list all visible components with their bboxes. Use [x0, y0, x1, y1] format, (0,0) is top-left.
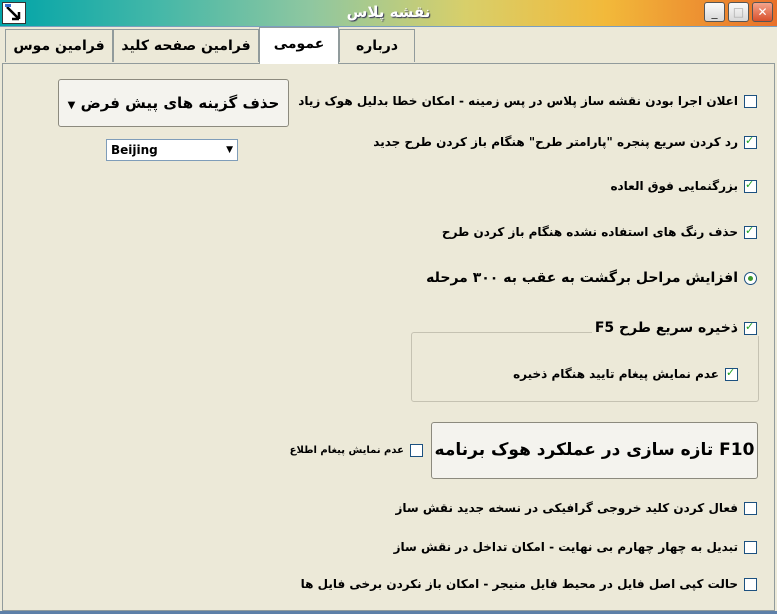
- option-label: رد کردن سریع پنجره "پارامتر طرح" هنگام ب…: [373, 135, 738, 149]
- checkbox[interactable]: [410, 444, 423, 457]
- option-no-save-confirm[interactable]: عدم نمایش پیغام تایید هنگام ذخیره: [513, 366, 738, 381]
- option-quick-save[interactable]: ذخیره سریع طرح F5: [591, 320, 760, 336]
- window-title: نقشه پلاس: [346, 3, 431, 21]
- checkbox[interactable]: [744, 134, 757, 149]
- option-graphic-output-key[interactable]: فعال کردن کلید خروجی گرافیکی در نسخه جدی…: [395, 501, 757, 515]
- delete-defaults-button[interactable]: حذف گزینه های پیش فرض ▼: [58, 79, 289, 127]
- tab-general[interactable]: عمومی: [259, 27, 339, 64]
- minimize-icon[interactable]: _: [704, 2, 725, 22]
- tab-about[interactable]: درباره: [339, 29, 415, 62]
- checkbox[interactable]: [744, 224, 757, 239]
- option-remove-unused-colors[interactable]: حذف رنگ های استفاده نشده هنگام باز کردن …: [441, 224, 757, 239]
- option-no-notice[interactable]: عدم نمایش پیغام اطلاع: [290, 444, 423, 457]
- chevron-down-icon: ▼: [226, 145, 233, 155]
- tab-strip: فرامین موس فرامین صفحه کلید عمومی درباره: [0, 27, 777, 64]
- checkbox[interactable]: [725, 366, 738, 381]
- option-bg-run-notice[interactable]: اعلان اجرا بودن نقشه ساز پلاس در پس زمین…: [298, 94, 757, 108]
- option-label: ذخیره سریع طرح F5: [594, 320, 738, 336]
- checkbox[interactable]: [744, 501, 757, 515]
- chevron-down-icon: ▼: [67, 100, 76, 111]
- tab-mouse-commands[interactable]: فرامین موس: [5, 29, 113, 62]
- option-super-zoom[interactable]: بزرگنمایی فوق العاده: [610, 178, 757, 193]
- checkbox[interactable]: [744, 577, 757, 591]
- maximize-icon[interactable]: □: [728, 2, 749, 22]
- option-label: بزرگنمایی فوق العاده: [610, 179, 738, 193]
- option-copy-original[interactable]: حالت کپی اصل فایل در محیط فایل منیجر - ا…: [301, 577, 757, 591]
- timezone-select[interactable]: Beijing ▼: [106, 139, 238, 161]
- select-value: Beijing: [111, 143, 158, 157]
- option-fast-reject[interactable]: رد کردن سریع پنجره "پارامتر طرح" هنگام ب…: [373, 134, 757, 149]
- option-label: افزایش مراحل برگشت به عقب به ۳۰۰ مرحله: [426, 270, 738, 286]
- option-label: تبدیل به چهار چهارم بی نهایت - امکان تدا…: [393, 540, 738, 554]
- option-undo-steps[interactable]: افزایش مراحل برگشت به عقب به ۳۰۰ مرحله: [426, 270, 757, 286]
- option-label: فعال کردن کلید خروجی گرافیکی در نسخه جدی…: [395, 501, 738, 515]
- option-label: اعلان اجرا بودن نقشه ساز پلاس در پس زمین…: [298, 94, 738, 108]
- option-label: حذف رنگ های استفاده نشده هنگام باز کردن …: [441, 225, 738, 239]
- checkbox[interactable]: [744, 178, 757, 193]
- close-icon[interactable]: ✕: [752, 2, 773, 22]
- radio-button[interactable]: [744, 271, 757, 285]
- checkbox[interactable]: [744, 320, 757, 335]
- checkbox[interactable]: [744, 94, 757, 108]
- tab-keyboard-commands[interactable]: فرامین صفحه کلید: [113, 29, 259, 62]
- option-label: عدم نمایش پیغام اطلاع: [289, 445, 404, 456]
- option-label: حالت کپی اصل فایل در محیط فایل منیجر - ا…: [300, 577, 738, 591]
- button-label: حذف گزینه های پیش فرض: [80, 94, 280, 112]
- title-bar: نقشه پلاس _ □ ✕: [0, 0, 777, 27]
- refresh-hook-button[interactable]: تازه سازی در عملکرد هوک برنامه F10: [431, 422, 758, 479]
- option-quad-infinite[interactable]: تبدیل به چهار چهارم بی نهایت - امکان تدا…: [394, 540, 757, 554]
- option-label: عدم نمایش پیغام تایید هنگام ذخیره: [513, 367, 719, 381]
- checkbox[interactable]: [744, 540, 757, 554]
